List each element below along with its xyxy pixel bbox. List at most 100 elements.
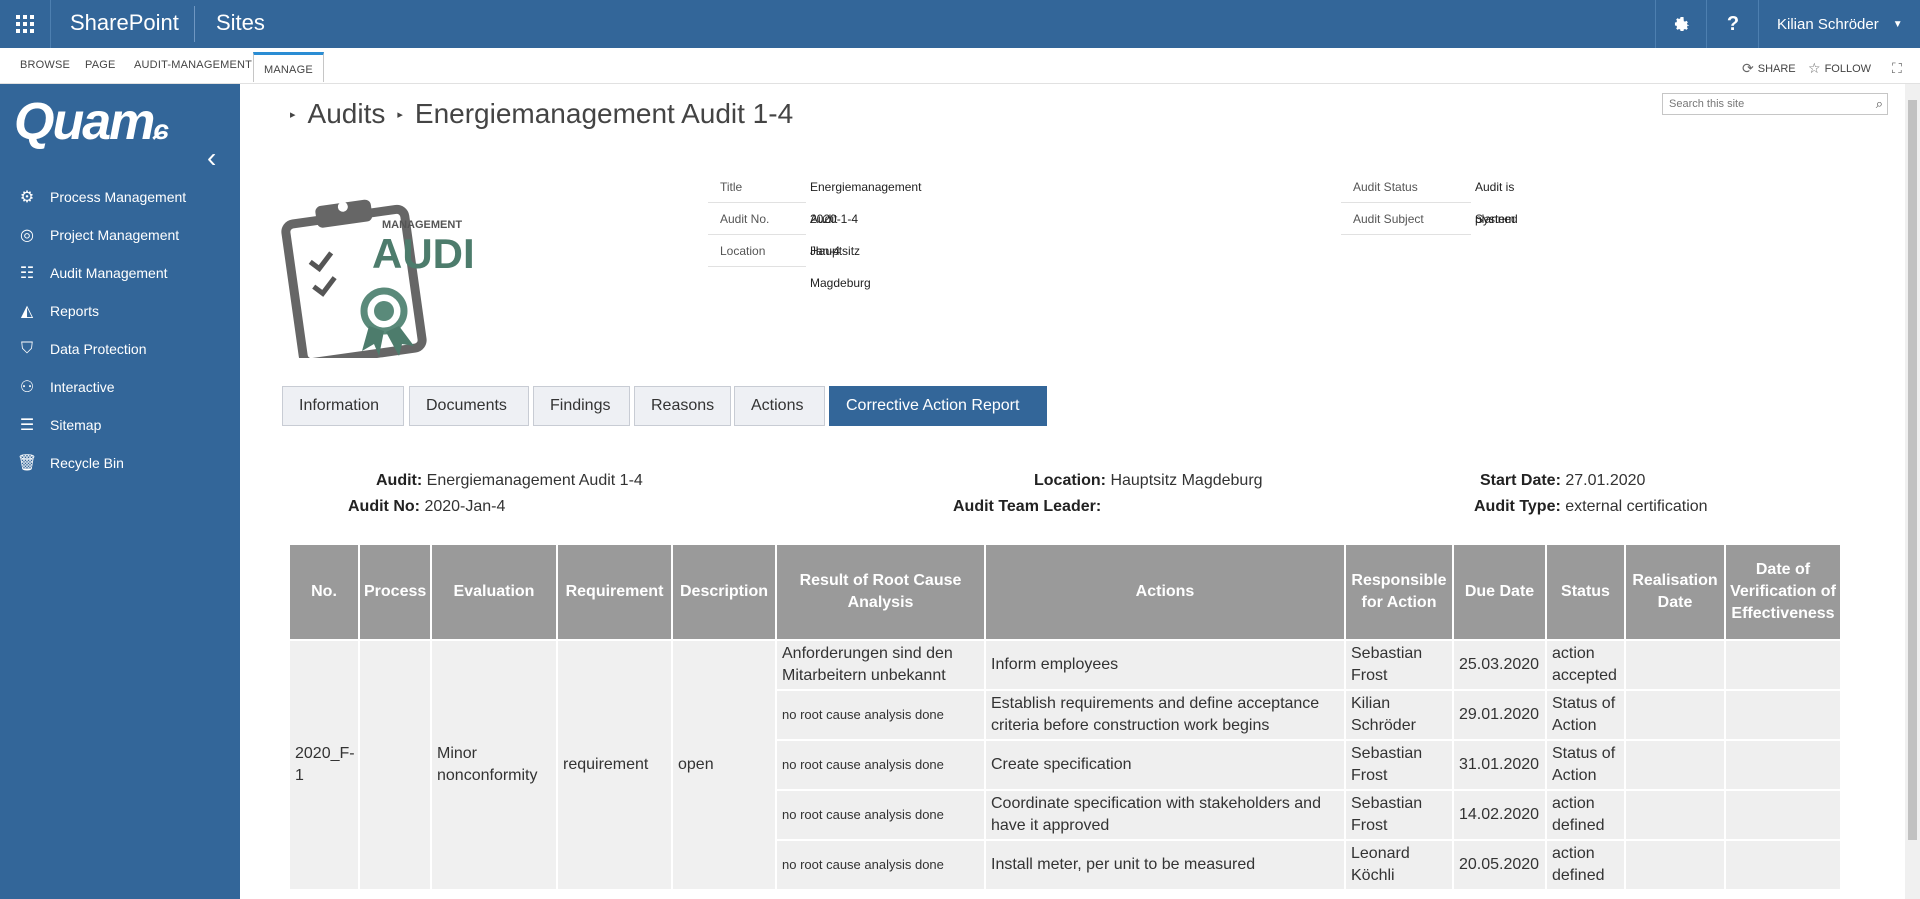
help-button[interactable]: ? <box>1706 0 1759 48</box>
report-audit: Audit: Energiemanagement Audit 1-4 <box>376 472 643 490</box>
logo-big-text: AUDIT <box>372 230 474 277</box>
column-header: Result of Root Cause Analysis <box>775 543 986 641</box>
status-cell: action accepted <box>1545 639 1626 691</box>
sidebar-item-recycle-bin[interactable]: 🗑 Recycle Bin <box>14 451 124 475</box>
column-header: Actions <box>984 543 1346 641</box>
column-header: Requirement <box>556 543 673 641</box>
sidebar-item-label: Interactive <box>50 379 115 395</box>
sidebar-item-label: Sitemap <box>50 417 102 433</box>
share-icon: ⟳ <box>1742 60 1754 76</box>
column-header: Evaluation <box>430 543 558 641</box>
report-audit-type: Audit Type: external certification <box>1474 498 1708 516</box>
settings-button[interactable] <box>1655 0 1708 48</box>
tab-browse[interactable]: BROWSE <box>20 59 70 71</box>
app-launcher-button[interactable] <box>0 0 51 48</box>
audit-management-logo: MANAGEMENT AUDIT <box>281 199 474 358</box>
left-navigation: Quamɕ ‹ ⚙ Process Management ◎ Project Man… <box>0 84 240 899</box>
scrollbar-thumb[interactable] <box>1908 100 1917 840</box>
sidebar-item-data-protection[interactable]: ⛉ Data Protection <box>14 337 147 361</box>
finding-description: open <box>671 639 777 891</box>
user-name: Kilian Schröder <box>1777 15 1879 33</box>
root-cause-cell: no root cause analysis done <box>775 739 986 791</box>
realisation-date-cell <box>1624 689 1726 741</box>
responsible-cell: Sebastian Frost <box>1344 639 1454 691</box>
vertical-scrollbar[interactable] <box>1905 84 1920 899</box>
sharepoint-brand-link[interactable]: SharePoint <box>70 0 179 48</box>
focus-mode-button[interactable]: ⛶ <box>1892 60 1906 77</box>
root-cause-cell: no root cause analysis done <box>775 789 986 841</box>
report-audit-no: Audit No: 2020-Jan-4 <box>348 498 505 516</box>
due-date-cell: 31.01.2020 <box>1452 739 1547 791</box>
breadcrumb-audits-link[interactable]: Audits <box>308 98 386 130</box>
report-label: Audit No: <box>348 498 420 515</box>
collapse-nav-icon[interactable]: ‹ <box>207 142 216 174</box>
column-header: Responsible for Action <box>1344 543 1454 641</box>
search-icon[interactable]: ⌕ <box>1876 96 1883 112</box>
globe-icon: ◎ <box>20 227 34 244</box>
tab-actions[interactable]: Actions <box>734 386 825 426</box>
sidebar-item-label: Audit Management <box>50 265 168 281</box>
sidebar-item-sitemap[interactable]: ☰ Sitemap <box>14 413 102 437</box>
breadcrumb-arrow-icon: ▸ <box>290 108 296 121</box>
sidebar-item-label: Data Protection <box>50 341 147 357</box>
report-value: 27.01.2020 <box>1565 472 1646 489</box>
column-header: No. <box>288 543 360 641</box>
sidebar-item-audit-management[interactable]: ☷ Audit Management <box>14 261 168 285</box>
sidebar-item-project-management[interactable]: ◎ Project Management <box>14 223 179 247</box>
tab-findings[interactable]: Findings <box>533 386 630 426</box>
tab-documents[interactable]: Documents <box>409 386 529 426</box>
verification-date-cell <box>1724 789 1842 841</box>
chart-icon: ◭ <box>20 303 34 320</box>
tab-audit-management[interactable]: AUDIT-MANAGEMENT <box>134 59 252 71</box>
root-cause-cell: Anforderungen sind den Mitarbeitern unbe… <box>775 639 986 691</box>
root-cause-cell: no root cause analysis done <box>775 839 986 891</box>
action-cell: Create specification <box>984 739 1346 791</box>
logo-text: Quam <box>14 93 155 151</box>
search-input[interactable]: Search this site ⌕ <box>1662 93 1888 115</box>
report-start-date: Start Date: 27.01.2020 <box>1480 472 1645 490</box>
report-team-leader: Audit Team Leader: <box>953 498 1101 516</box>
sidebar-item-interactive[interactable]: ⚇ Interactive <box>14 375 115 399</box>
user-menu[interactable]: Kilian Schröder ▼ <box>1758 0 1920 48</box>
quam-logo[interactable]: Quamɕ <box>14 92 169 152</box>
table-row: 2020_F-1 Minor nonconformity requirement… <box>288 639 1842 891</box>
column-header: Status <box>1545 543 1626 641</box>
property-label: Title <box>708 171 806 203</box>
root-cause-cell: no root cause analysis done <box>775 689 986 741</box>
sidebar-item-reports[interactable]: ◭ Reports <box>14 299 99 323</box>
follow-button[interactable]: ☆ FOLLOW <box>1808 60 1871 77</box>
property-value: System <box>1475 212 1516 226</box>
property-value: 2020-Jan-4 <box>810 212 841 258</box>
realisation-date-cell <box>1624 639 1726 691</box>
fullscreen-icon: ⛶ <box>1892 60 1902 76</box>
sites-link[interactable]: Sites <box>216 0 265 48</box>
share-label: SHARE <box>1757 62 1796 75</box>
gear-icon <box>1674 16 1690 32</box>
realisation-date-cell <box>1624 739 1726 791</box>
realisation-date-cell <box>1624 839 1726 891</box>
verification-date-cell <box>1724 689 1842 741</box>
property-label: Audit Status <box>1341 171 1471 203</box>
due-date-cell: 29.01.2020 <box>1452 689 1547 741</box>
sidebar-item-process-management[interactable]: ⚙ Process Management <box>14 185 186 209</box>
responsible-cell: Kilian Schröder <box>1344 689 1454 741</box>
tab-manage[interactable]: MANAGE <box>253 52 324 82</box>
realisation-date-cell <box>1624 789 1726 841</box>
share-button[interactable]: ⟳ SHARE <box>1742 60 1796 77</box>
column-header: Realisation Date <box>1624 543 1726 641</box>
tab-reasons[interactable]: Reasons <box>634 386 731 426</box>
due-date-cell: 14.02.2020 <box>1452 789 1547 841</box>
action-cell: Establish requirements and define accept… <box>984 689 1346 741</box>
report-label: Audit: <box>376 472 423 489</box>
verification-date-cell <box>1724 739 1842 791</box>
sitemap-icon: ☰ <box>19 417 35 434</box>
property-value: Energiemanagement Audit 1-4 <box>810 180 922 226</box>
tab-corrective-action-report[interactable]: Corrective Action Report <box>829 386 1047 426</box>
tab-information[interactable]: Information <box>282 386 404 426</box>
sidebar-item-label: Recycle Bin <box>50 455 124 471</box>
verification-date-cell <box>1724 839 1842 891</box>
responsible-cell: Leonard Köchli <box>1344 839 1454 891</box>
page-title: Energiemanagement Audit 1-4 <box>414 98 794 129</box>
tab-page[interactable]: PAGE <box>85 59 116 71</box>
property-label: Audit No. <box>708 203 806 235</box>
